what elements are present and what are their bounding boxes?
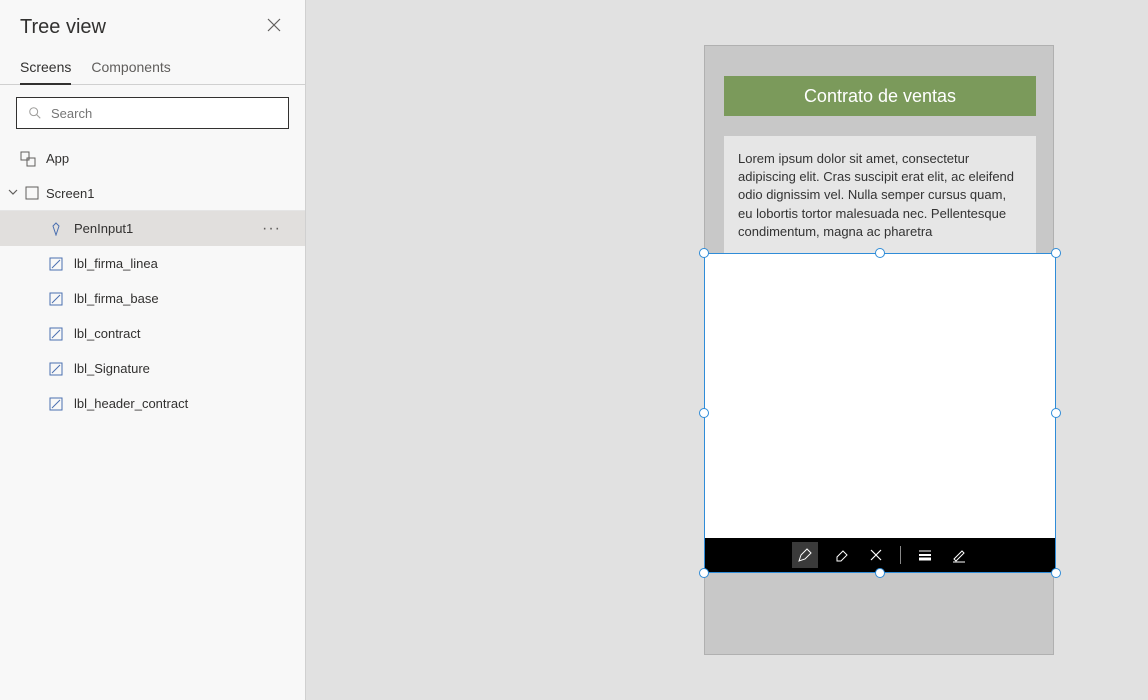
tab-screens[interactable]: Screens [20, 51, 71, 85]
pen-input-canvas[interactable] [705, 254, 1055, 540]
canvas-area[interactable]: Contrato de ventas Lorem ipsum dolor sit… [306, 0, 1148, 700]
contract-header: Contrato de ventas [724, 76, 1036, 116]
label-icon [48, 256, 64, 272]
pen-draw-icon[interactable] [792, 542, 818, 568]
pen-erase-icon[interactable] [832, 545, 852, 565]
resize-handle-n[interactable] [875, 248, 885, 258]
tree-item-lbl-signature[interactable]: lbl_Signature [0, 351, 305, 386]
search-input[interactable] [51, 106, 278, 121]
tree-item-peninput1[interactable]: PenInput1 ··· [0, 211, 305, 246]
tree-tabs: Screens Components [0, 51, 305, 85]
tree-item-lbl-contract[interactable]: lbl_contract [0, 316, 305, 351]
tree-item-label: PenInput1 [74, 221, 133, 236]
label-icon [48, 291, 64, 307]
resize-handle-se[interactable] [1051, 568, 1061, 578]
tree-item-label: App [46, 151, 69, 166]
tree-view-title: Tree view [20, 16, 106, 39]
close-icon[interactable] [263, 14, 285, 41]
tree-item-app[interactable]: App [0, 141, 305, 176]
resize-handle-e[interactable] [1051, 408, 1061, 418]
pen-toolbar [705, 538, 1055, 572]
more-icon[interactable]: ··· [262, 220, 281, 238]
resize-handle-sw[interactable] [699, 568, 709, 578]
pen-width-icon[interactable] [915, 545, 935, 565]
tree-item-label: lbl_Signature [74, 361, 150, 376]
tree-item-lbl-firma-linea[interactable]: lbl_firma_linea [0, 246, 305, 281]
chevron-down-icon[interactable] [8, 187, 18, 200]
tree-item-label: Screen1 [46, 186, 94, 201]
tree-item-lbl-firma-base[interactable]: lbl_firma_base [0, 281, 305, 316]
tree-list: App Screen1 PenInput1 ··· lbl_firma_line… [0, 137, 305, 421]
tree-item-label: lbl_firma_base [74, 291, 159, 306]
label-icon [48, 396, 64, 412]
tree-item-label: lbl_header_contract [74, 396, 188, 411]
pen-color-icon[interactable] [949, 545, 969, 565]
peninput-selection[interactable] [704, 253, 1056, 573]
tree-view-panel: Tree view Screens Components App [0, 0, 306, 700]
tree-item-label: lbl_firma_linea [74, 256, 158, 271]
pen-icon [48, 221, 64, 237]
app-icon [20, 151, 36, 167]
pen-clear-icon[interactable] [866, 545, 886, 565]
label-icon [48, 326, 64, 342]
resize-handle-ne[interactable] [1051, 248, 1061, 258]
resize-handle-nw[interactable] [699, 248, 709, 258]
search-icon [27, 105, 43, 121]
toolbar-separator [900, 546, 901, 564]
tab-components[interactable]: Components [91, 51, 170, 84]
label-icon [48, 361, 64, 377]
resize-handle-w[interactable] [699, 408, 709, 418]
search-box[interactable] [16, 97, 289, 129]
resize-handle-s[interactable] [875, 568, 885, 578]
tree-item-lbl-header-contract[interactable]: lbl_header_contract [0, 386, 305, 421]
screen-icon [24, 185, 40, 201]
tree-item-screen1[interactable]: Screen1 [0, 176, 305, 211]
tree-item-label: lbl_contract [74, 326, 140, 341]
